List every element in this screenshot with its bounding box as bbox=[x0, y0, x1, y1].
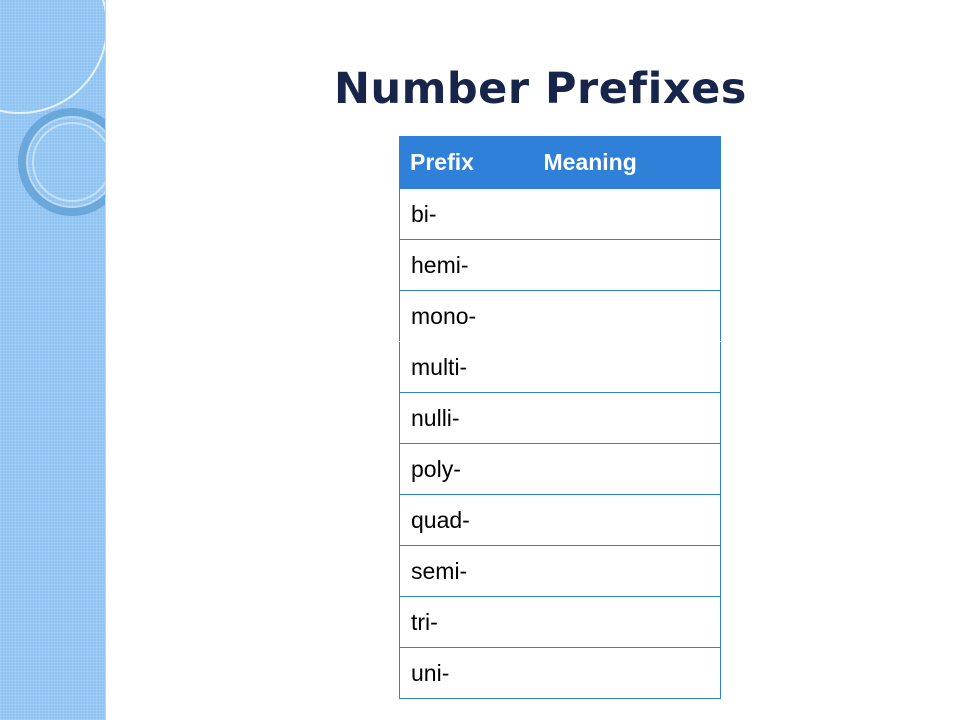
table-row: uni- bbox=[399, 647, 721, 699]
meaning-cell bbox=[519, 188, 721, 240]
table-row: multi- bbox=[399, 341, 721, 393]
table-row: semi- bbox=[399, 545, 721, 597]
prefix-cell: hemi- bbox=[399, 239, 519, 291]
prefix-cell: uni- bbox=[399, 647, 519, 699]
table-header-row: Prefix Meaning bbox=[399, 136, 721, 189]
meaning-cell bbox=[519, 545, 721, 597]
prefix-cell: poly- bbox=[399, 443, 519, 495]
prefix-cell: tri- bbox=[399, 596, 519, 648]
slide-title: Number Prefixes bbox=[334, 64, 747, 114]
meaning-cell bbox=[519, 290, 721, 342]
prefix-cell: multi- bbox=[399, 341, 519, 393]
table-row: hemi- bbox=[399, 239, 721, 291]
decorative-side-band bbox=[0, 0, 106, 720]
table-row: tri- bbox=[399, 596, 721, 648]
meaning-cell bbox=[519, 443, 721, 495]
prefix-cell: nulli- bbox=[399, 392, 519, 444]
prefix-table: Prefix Meaning bi- hemi- mono- multi- nu… bbox=[399, 136, 721, 699]
decorative-ring-small-highlight bbox=[32, 122, 106, 202]
prefix-cell: quad- bbox=[399, 494, 519, 546]
header-prefix: Prefix bbox=[399, 136, 520, 189]
meaning-cell bbox=[519, 494, 721, 546]
meaning-cell bbox=[519, 392, 721, 444]
table-row: mono- bbox=[399, 290, 721, 342]
table-row: poly- bbox=[399, 443, 721, 495]
prefix-cell: bi- bbox=[399, 188, 519, 240]
decorative-ring-large bbox=[0, 0, 106, 114]
prefix-cell: mono- bbox=[399, 290, 519, 342]
meaning-cell bbox=[519, 647, 721, 699]
header-meaning: Meaning bbox=[518, 136, 721, 189]
meaning-cell bbox=[519, 596, 721, 648]
table-row: quad- bbox=[399, 494, 721, 546]
prefix-cell: semi- bbox=[399, 545, 519, 597]
meaning-cell bbox=[519, 341, 721, 393]
meaning-cell bbox=[519, 239, 721, 291]
table-row: bi- bbox=[399, 188, 721, 240]
table-row: nulli- bbox=[399, 392, 721, 444]
